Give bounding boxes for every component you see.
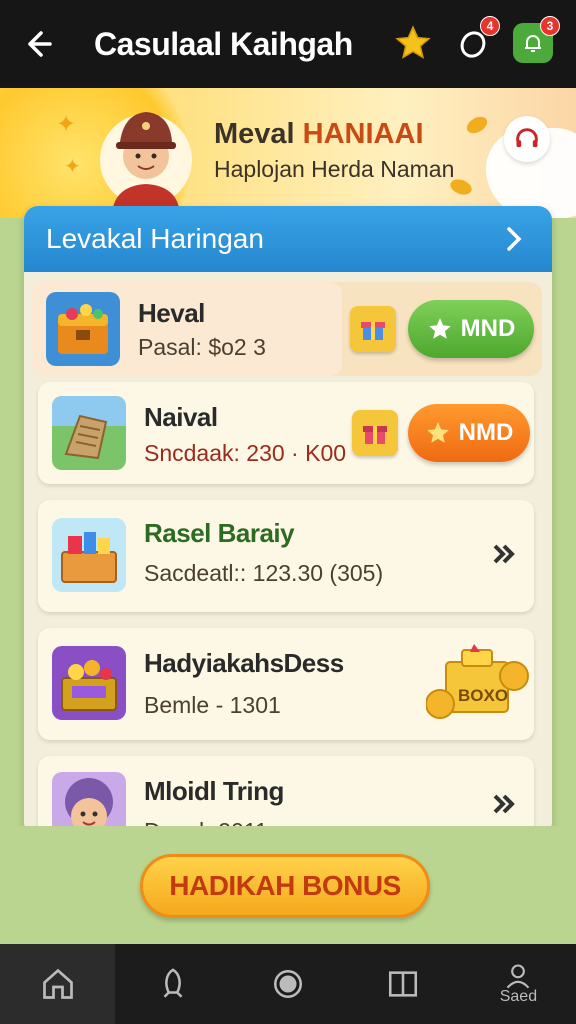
- alert-badge: 3: [540, 16, 560, 36]
- coin-decoration: [448, 176, 474, 198]
- app-title: Casulaal Kaihgah: [94, 25, 353, 62]
- chevron-right-icon: [507, 227, 522, 251]
- gift-icon: [352, 410, 398, 456]
- list-item[interactable]: Mloidl Tring Danah 2011: [38, 756, 534, 836]
- item-name: Mloidl Tring: [144, 776, 284, 806]
- top-bar: Casulaal Kaihgah 4 3: [0, 0, 576, 88]
- notification-badge: 4: [480, 16, 500, 36]
- support-button[interactable]: [504, 116, 550, 162]
- open-button[interactable]: [486, 536, 522, 572]
- list-panel: Levakal Haringan Heval Pasal: $o2 3 MND: [24, 206, 552, 836]
- back-button[interactable]: [16, 22, 60, 66]
- reward-box-icon[interactable]: BOXO: [425, 642, 532, 726]
- user-icon: [507, 964, 530, 989]
- headset-icon: [516, 128, 538, 148]
- bonus-label: HADIKAH BONUS: [169, 870, 401, 901]
- list-item[interactable]: HadyiakahsDess Bemle - 1301 BOXO: [38, 628, 534, 740]
- item-meta: Bemle - 1301: [144, 692, 281, 718]
- claim-button[interactable]: NMD: [408, 404, 530, 462]
- hero-title: Meval HANIAAI: [214, 118, 424, 150]
- nav-profile-label: Saed: [499, 988, 538, 1005]
- reward-box-label: BOXO: [458, 686, 509, 705]
- nav-profile[interactable]: Saed: [461, 944, 576, 1024]
- character-avatar: [98, 98, 194, 214]
- top-icons: 4 3: [392, 16, 560, 64]
- alerts-button[interactable]: 3: [512, 16, 560, 64]
- double-chevron-right-icon: [493, 794, 515, 814]
- nav-book[interactable]: [346, 944, 461, 1024]
- favorites-button[interactable]: [392, 22, 434, 64]
- list-item[interactable]: Heval Pasal: $o2 3 MND: [32, 282, 542, 376]
- record-icon: [273, 969, 303, 999]
- sparkle-icon: ✦: [64, 156, 81, 178]
- item-name: Heval: [138, 298, 205, 328]
- sparkle-icon: ✦: [56, 111, 77, 138]
- hero-subtitle: Haplojan Herda Naman: [214, 156, 455, 182]
- item-name: HadyiakahsDess: [144, 648, 344, 678]
- item-name: Naival: [144, 402, 218, 432]
- list-item[interactable]: Naival Sncdaak: 230 · K00 NMD: [38, 382, 534, 484]
- nav-home[interactable]: [0, 944, 116, 1024]
- open-button[interactable]: [486, 786, 522, 822]
- star-icon: [395, 25, 431, 59]
- arrow-left-icon: [28, 31, 52, 57]
- coin-decoration: [463, 113, 491, 137]
- gift-basket-thumbnail: [52, 518, 126, 592]
- bottom-nav: Saed: [0, 944, 576, 1024]
- nav-center[interactable]: [230, 944, 345, 1024]
- scroll-thumbnail: [52, 396, 126, 470]
- book-icon: [389, 971, 418, 997]
- gold-chest-thumbnail: [52, 646, 126, 720]
- claim-button[interactable]: MND: [408, 300, 534, 358]
- star-icon: [428, 318, 451, 339]
- treasure-chest-thumbnail: [46, 292, 120, 366]
- nav-rocket[interactable]: [115, 944, 230, 1024]
- gift-icon: [350, 306, 396, 352]
- hero-banner: ✦ ✦ Meval HANIAAI Haplojan Herda Naman: [0, 88, 576, 218]
- item-meta: Pasal: $o2 3: [138, 334, 266, 360]
- item-meta: Sacdeatl:: 123.30 (305): [144, 560, 384, 586]
- bonus-button[interactable]: HADIKAH BONUS: [140, 854, 430, 918]
- panel-title: Levakal Haringan: [46, 223, 264, 254]
- item-name: Rasel Baraiy: [144, 518, 295, 548]
- double-chevron-right-icon: [493, 544, 515, 564]
- home-icon: [42, 968, 73, 999]
- list-item[interactable]: Rasel Baraiy Sacdeatl:: 123.30 (305): [38, 500, 534, 612]
- panel-header[interactable]: Levakal Haringan: [24, 206, 552, 272]
- star-icon: [426, 422, 449, 443]
- notifications-button[interactable]: 4: [452, 16, 500, 64]
- item-meta: Sncdaak: 230 · K00: [144, 440, 347, 466]
- rocket-icon: [163, 968, 183, 998]
